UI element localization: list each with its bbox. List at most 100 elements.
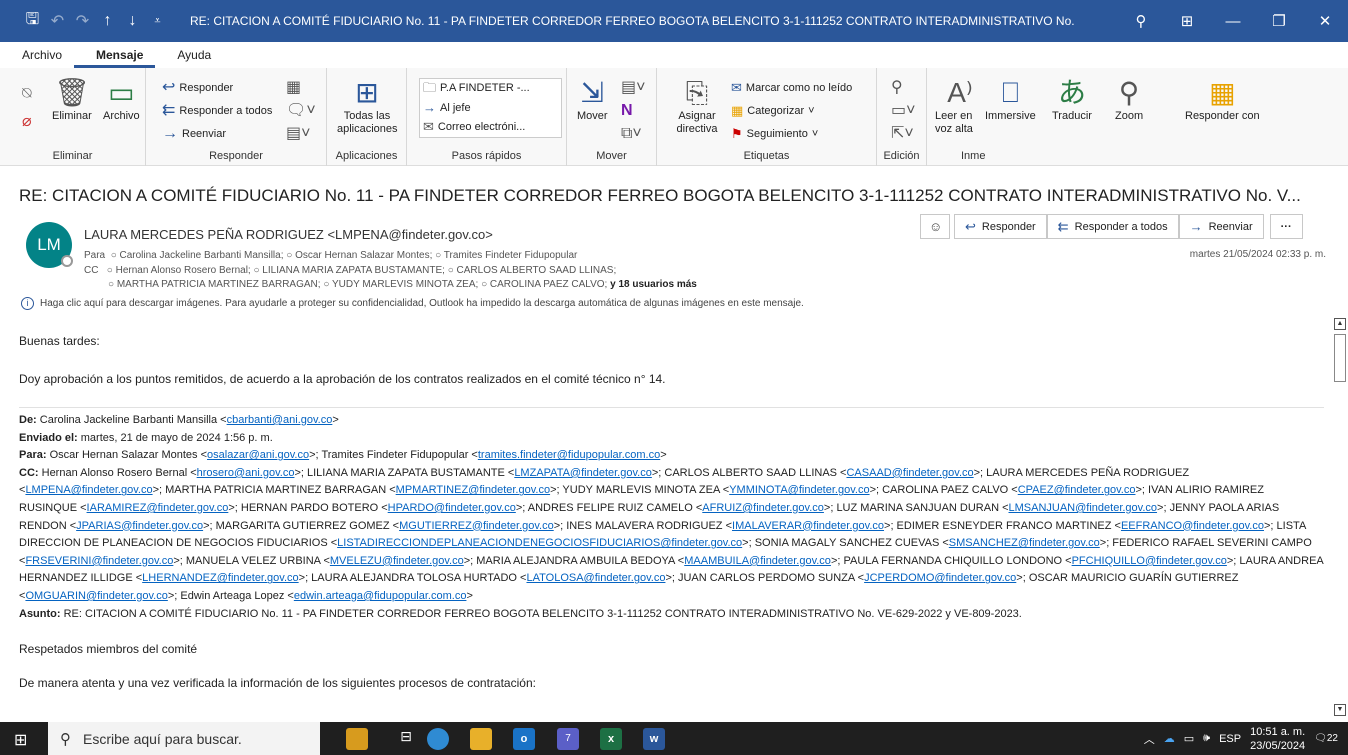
reply-all-button[interactable]: ⇇ Responder a todos [162, 103, 272, 119]
chevron-up-icon[interactable]: ︿ [1144, 731, 1155, 747]
email-link[interactable]: tramites.findeter@fidupopular.com.co [478, 449, 660, 461]
group-label: Responder [209, 150, 263, 162]
move-icon: ⇲ [580, 77, 605, 108]
language-indicator[interactable]: ESP [1219, 733, 1241, 745]
taskbar-search[interactable]: ⚲ Escribe aquí para buscar. [48, 722, 320, 755]
quoted-from: De: Carolina Jackeline Barbanti Mansilla… [19, 414, 339, 426]
ignore-icon[interactable]: ⍉ [22, 86, 32, 102]
divider [19, 407, 1324, 408]
menu-mensaje[interactable]: Mensaje [74, 48, 156, 68]
followup-button[interactable]: ⚑ Seguimiento ˅ [731, 126, 818, 142]
teams-app-icon[interactable]: 7 [557, 728, 579, 750]
rules-icon[interactable]: ▤˅ [621, 80, 645, 96]
categorize-button[interactable]: ▦ Categorizar ˅ [731, 103, 815, 119]
select-icon[interactable]: ⇱˅ [891, 126, 914, 142]
excel-app-icon[interactable]: x [600, 728, 622, 750]
save-icon[interactable]: 🖫 [20, 8, 45, 35]
group-label: Pasos rápidos [451, 150, 522, 162]
search-icon[interactable]: ⚲ [1118, 12, 1164, 30]
file-explorer-icon[interactable] [470, 728, 492, 750]
mark-unread-button[interactable]: ✉ Marcar como no leído [731, 80, 852, 96]
cleanup-icon[interactable]: ⌀ [22, 114, 32, 130]
assign-policy-button[interactable]: ⎘ Asignar directiva [667, 78, 727, 136]
search-icon: ⚲ [60, 730, 71, 748]
actions-icon[interactable]: ⧉˅ [621, 126, 642, 142]
customize-icon[interactable]: ⩡ [145, 15, 170, 28]
email-link[interactable]: osalazar@ani.gov.co [207, 449, 309, 461]
ribbon-display-icon[interactable]: ⊞ [1164, 12, 1210, 30]
scroll-up-icon[interactable]: ▲ [1334, 318, 1346, 330]
reaction-button[interactable]: ☺ [920, 214, 950, 239]
info-bar[interactable]: i Haga clic aquí para descargar imágenes.… [21, 297, 804, 310]
scrollbar[interactable]: ▲ ▼ [1332, 316, 1348, 720]
forward-icon: → [162, 125, 178, 142]
close-button[interactable]: ✕ [1302, 12, 1348, 30]
read-aloud-button[interactable]: A⁾ Leer en voz alta [935, 78, 985, 136]
info-icon: i [21, 297, 34, 310]
forward-action-button[interactable]: → Reenviar [1178, 214, 1264, 239]
minimize-button[interactable]: — [1210, 13, 1256, 30]
group-eliminar: ⍉ ⌀ 🗑 Eliminar ▭ Archivo Eliminar [0, 68, 146, 166]
policy-icon: ⎘ [685, 77, 709, 108]
cc-line: CC ○ Hernan Alonso Rosero Bernal; ○ LILI… [84, 265, 616, 276]
email-link[interactable]: cbarbanti@ani.gov.co [227, 414, 333, 426]
quickstep-pa-findeter[interactable]: 🗀 P.A FINDETER -... [423, 80, 530, 96]
presence-indicator [61, 255, 73, 267]
more-recipients-link[interactable]: y 18 usuarios más [610, 279, 697, 290]
windows-start-icon[interactable]: ⊞ [14, 730, 27, 750]
forward-button[interactable]: → Reenviar [162, 126, 226, 142]
quoted-to: Para: Oscar Hernan Salazar Montes <osala… [19, 449, 667, 462]
more-actions-button[interactable]: ··· [1269, 214, 1303, 239]
group-aplicaciones: ⊞ Todas las aplicaciones Aplicaciones [327, 68, 407, 166]
word-app-icon[interactable]: w [643, 728, 665, 750]
find-icon[interactable]: ⚲ [891, 80, 903, 96]
down-arrow-icon[interactable]: ↓ [120, 12, 145, 30]
edge-browser-icon[interactable] [427, 728, 449, 750]
archive-button[interactable]: ▭ Archivo [103, 78, 140, 123]
delete-button[interactable]: 🗑 Eliminar [52, 78, 92, 123]
cc-recipients-2[interactable]: ○ MARTHA PATRICIA MARTINEZ BARRAGAN; ○ Y… [108, 279, 607, 290]
onedrive-icon[interactable]: ☁ [1164, 732, 1175, 745]
briefcase-app-icon[interactable] [346, 728, 368, 750]
task-view-icon[interactable]: ⊟ [395, 728, 417, 750]
quickstep-correo[interactable]: ✉ Correo electróni... [423, 119, 525, 135]
more-respond-icon[interactable]: ▤˅ [286, 126, 310, 142]
volume-icon[interactable]: 🕪 [1203, 732, 1210, 745]
menu-archivo[interactable]: Archivo [0, 48, 74, 68]
zoom-button[interactable]: ⚲ Zoom [1115, 78, 1143, 123]
reply-with-button[interactable]: ▦ Responder con [1185, 78, 1260, 123]
title-bar: 🖫 ↶ ↷ ↑ ↓ ⩡ RE: CITACION A COMITÉ FIDUCI… [0, 0, 1348, 42]
outlook-app-icon[interactable]: o [513, 728, 535, 750]
translate-icon: あ [1057, 77, 1086, 108]
network-icon[interactable]: ▭ [1184, 732, 1194, 745]
undo-icon[interactable]: ↶ [45, 11, 70, 31]
immersive-button[interactable]: ⎕ Immersive [985, 78, 1036, 123]
to-recipients[interactable]: ○ Carolina Jackeline Barbanti Mansilla; … [111, 250, 578, 261]
menu-ayuda[interactable]: Ayuda [155, 48, 223, 68]
reply-action-button[interactable]: ↩ Responder [954, 214, 1047, 239]
notification-icon[interactable]: 🗨22 [1314, 733, 1338, 744]
to-line: Para ○ Carolina Jackeline Barbanti Mansi… [84, 250, 577, 261]
all-apps-button[interactable]: ⊞ Todas las aplicaciones [337, 77, 398, 136]
sender-name[interactable]: LAURA MERCEDES PEÑA RODRIGUEZ <LMPENA@fi… [84, 227, 493, 242]
im-reply-icon[interactable]: 🗨˅ [286, 103, 316, 119]
group-label: Etiquetas [743, 150, 790, 162]
related-icon[interactable]: ▭˅ [891, 103, 915, 119]
move-button[interactable]: ⇲ Mover [577, 78, 608, 123]
scroll-thumb[interactable] [1334, 334, 1346, 382]
reply-all-action-button[interactable]: ⇇ Responder a todos [1046, 214, 1179, 239]
cc-recipients[interactable]: ○ Hernan Alonso Rosero Bernal; ○ LILIANA… [107, 265, 616, 276]
clock[interactable]: 10:51 a. m. 23/05/2024 [1250, 725, 1305, 753]
up-arrow-icon[interactable]: ↑ [95, 12, 120, 30]
reply-all-icon: ⇇ [1057, 218, 1069, 234]
reply-button[interactable]: ↩ Responder [162, 80, 233, 96]
scroll-down-icon[interactable]: ▼ [1334, 704, 1346, 716]
meeting-icon[interactable]: ▦ [286, 80, 301, 96]
translate-button[interactable]: あ Traducir [1052, 78, 1092, 123]
redo-icon[interactable]: ↷ [70, 11, 95, 31]
restore-button[interactable]: ❐ [1256, 12, 1302, 30]
onenote-icon[interactable]: N [621, 103, 633, 119]
apps-icon: ⊞ [355, 77, 379, 108]
trash-icon: 🗑 [54, 77, 90, 108]
quickstep-al-jefe[interactable]: → Al jefe [423, 100, 471, 116]
